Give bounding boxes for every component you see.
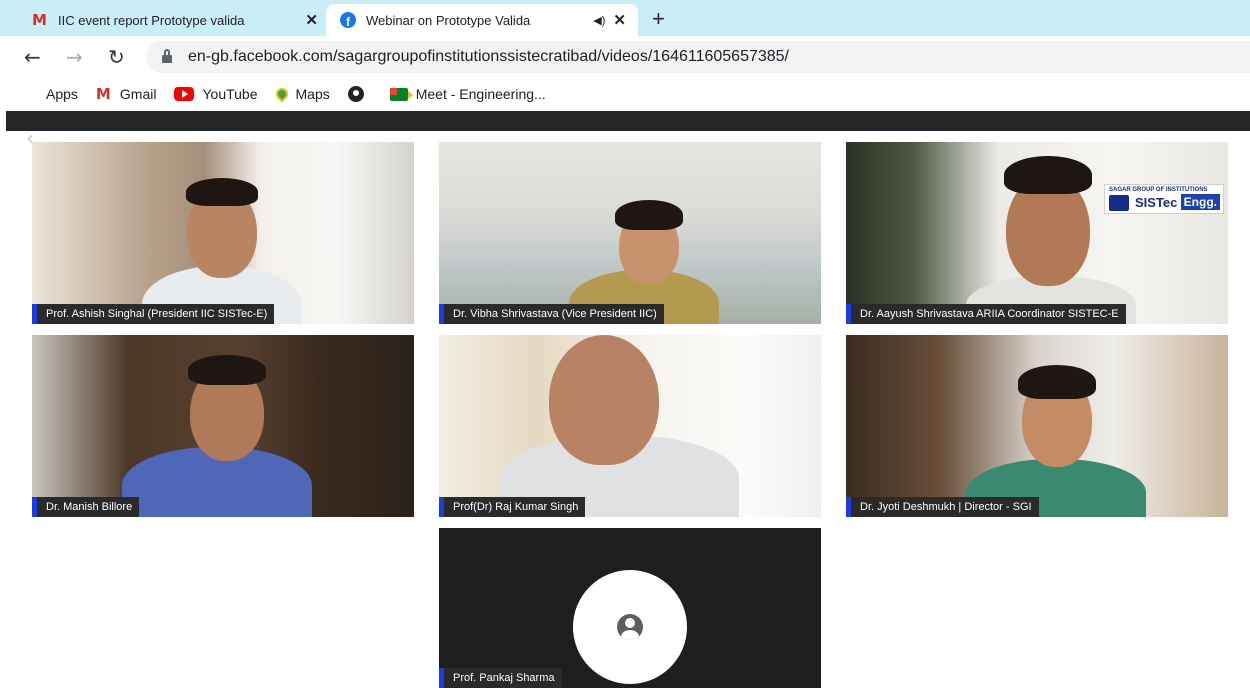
participant-tile: SAGAR GROUP OF INSTITUTIONS SISTec Engg.… <box>846 142 1228 324</box>
address-bar[interactable]: en-gb.facebook.com/sagargroupofinstituti… <box>146 41 1250 73</box>
tab-title: IIC event report Prototype valida <box>58 12 245 28</box>
bookmark-meet[interactable]: Meet - Engineering... <box>389 86 546 102</box>
bookmark-maps[interactable]: Maps <box>273 85 330 103</box>
bookmark-apps[interactable]: Apps <box>24 86 78 102</box>
bookmark-youtube[interactable]: YouTube <box>174 86 258 102</box>
participant-tile: Dr. Jyoti Deshmukh | Director - SGI <box>846 335 1228 517</box>
facebook-icon: f <box>340 12 356 28</box>
participant-tile: Prof(Dr) Raj Kumar Singh <box>439 335 821 517</box>
lock-icon <box>162 49 172 63</box>
avatar <box>573 570 687 684</box>
bookmark-gmail[interactable]: Gmail <box>96 85 157 103</box>
bookmark-label: Maps <box>295 86 330 102</box>
bookmark-globe[interactable] <box>347 86 372 102</box>
participant-name: Dr. Vibha Shrivastava (Vice President II… <box>439 304 664 324</box>
bookmark-label: Gmail <box>119 86 157 102</box>
bookmark-label: Meet - Engineering... <box>415 86 546 102</box>
participant-tile: Prof. Pankaj Sharma <box>439 528 821 688</box>
institution-logo: SAGAR GROUP OF INSTITUTIONS SISTec Engg. <box>1104 184 1224 214</box>
tab-facebook-webinar[interactable]: f Webinar on Prototype Valida ◀) ✕ <box>326 4 638 36</box>
apps-grid-icon <box>24 87 38 101</box>
video-top-bar <box>6 111 1250 131</box>
tab-gmail[interactable]: IIC event report Prototype valida ✕ <box>18 4 330 36</box>
new-tab-button[interactable]: + <box>652 6 665 32</box>
participant-name: Dr. Jyoti Deshmukh | Director - SGI <box>846 497 1039 517</box>
tab-strip: IIC event report Prototype valida ✕ f We… <box>0 0 1250 36</box>
gmail-icon <box>96 85 112 103</box>
youtube-icon <box>174 87 195 101</box>
url-text: en-gb.facebook.com/sagargroupofinstituti… <box>188 48 789 65</box>
participant-name: Prof. Ashish Singhal (President IIC SIST… <box>32 304 275 324</box>
bookmark-label: YouTube <box>202 86 258 102</box>
participant-name: Prof(Dr) Raj Kumar Singh <box>439 497 586 517</box>
account-circle-icon <box>617 614 643 640</box>
participant-tile: Prof. Ashish Singhal (President IIC SIST… <box>32 142 414 324</box>
forward-arrow-icon[interactable]: → <box>66 45 83 69</box>
tab-title: Webinar on Prototype Valida <box>366 12 531 28</box>
globe-icon <box>347 86 364 102</box>
bookmark-label: Apps <box>46 86 78 102</box>
participant-name: Dr. Aayush Shrivastava ARIIA Coordinator… <box>846 304 1126 324</box>
participant-tile: Dr. Manish Billore <box>32 335 414 517</box>
browser-toolbar: ← → ↻ en-gb.facebook.com/sagargroupofins… <box>0 36 1250 78</box>
close-icon[interactable]: ✕ <box>613 11 626 29</box>
participant-tile: Dr. Vibha Shrivastava (Vice President II… <box>439 142 821 324</box>
bookmarks-bar: Apps Gmail YouTube Maps Meet - Engineeri… <box>0 78 1250 110</box>
reload-icon[interactable]: ↻ <box>108 45 125 69</box>
gmail-icon <box>32 11 48 29</box>
close-icon[interactable]: ✕ <box>305 11 318 29</box>
back-arrow-icon[interactable]: ← <box>24 45 41 69</box>
participant-name: Dr. Manish Billore <box>32 497 140 517</box>
meet-icon <box>389 87 413 101</box>
maps-pin-icon <box>273 85 290 103</box>
speaker-icon[interactable]: ◀) <box>593 14 605 27</box>
participant-name: Prof. Pankaj Sharma <box>439 668 562 688</box>
